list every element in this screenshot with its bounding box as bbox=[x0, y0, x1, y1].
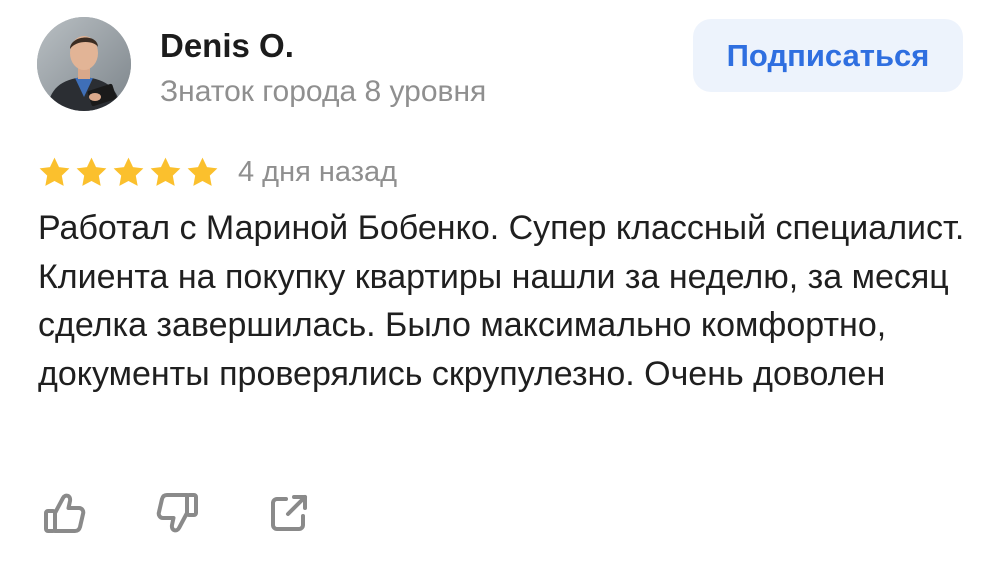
author-avatar[interactable] bbox=[37, 17, 131, 111]
author-name[interactable]: Denis O. bbox=[160, 26, 294, 66]
star-icon bbox=[187, 157, 218, 186]
dislike-button[interactable] bbox=[152, 488, 202, 538]
star-icon bbox=[150, 157, 181, 186]
star-icon bbox=[113, 157, 144, 186]
thumbs-down-icon bbox=[156, 493, 198, 533]
star-rating bbox=[37, 155, 220, 190]
author-level: Знаток города 8 уровня bbox=[160, 75, 487, 108]
star-icon bbox=[39, 157, 70, 186]
share-icon bbox=[271, 495, 307, 531]
review-date: 4 дня назад bbox=[238, 156, 398, 188]
share-button[interactable] bbox=[264, 488, 314, 538]
rating-row: 4 дня назад bbox=[37, 152, 397, 192]
subscribe-button[interactable]: Подписаться bbox=[693, 19, 963, 92]
like-button[interactable] bbox=[40, 488, 90, 538]
review-text: Работал с Мариной Бобенко. Супер классны… bbox=[38, 209, 965, 393]
avatar-photo bbox=[37, 17, 131, 111]
star-icon bbox=[76, 157, 107, 186]
thumbs-up-icon bbox=[44, 493, 86, 533]
review-actions bbox=[40, 488, 314, 538]
